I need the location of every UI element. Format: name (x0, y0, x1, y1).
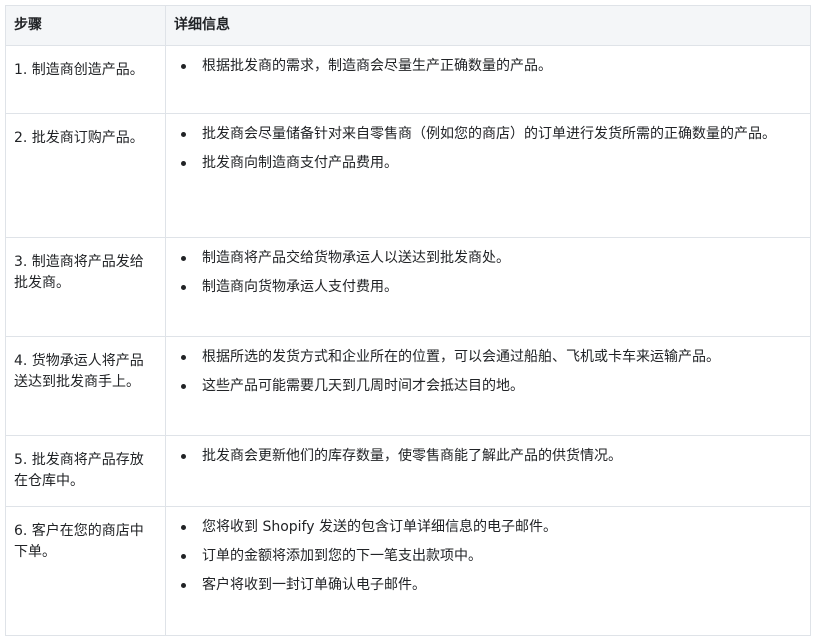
detail-list: 根据所选的发货方式和企业所在的位置，可以会通过船舶、飞机或卡车来运输产品。 这些… (174, 347, 802, 397)
detail-item: 客户将收到一封订单确认电子邮件。 (181, 575, 802, 596)
detail-item: 订单的金额将添加到您的下一笔支出款项中。 (181, 546, 802, 567)
step-cell: 4. 货物承运人将产品送达到批发商手上。 (5, 336, 166, 436)
step-cell: 5. 批发商将产品存放在仓库中。 (5, 435, 166, 507)
detail-list: 根据批发商的需求，制造商会尽量生产正确数量的产品。 (174, 56, 802, 77)
detail-item: 您将收到 Shopify 发送的包含订单详细信息的电子邮件。 (181, 517, 802, 538)
detail-list: 制造商将产品交给货物承运人以送达到批发商处。 制造商向货物承运人支付费用。 (174, 248, 802, 298)
detail-list: 批发商会更新他们的库存数量，使零售商能了解此产品的供货情况。 (174, 446, 802, 467)
detail-item: 批发商向制造商支付产品费用。 (181, 153, 802, 174)
step-cell: 3. 制造商将产品发给批发商。 (5, 237, 166, 337)
detail-cell: 根据所选的发货方式和企业所在的位置，可以会通过船舶、飞机或卡车来运输产品。 这些… (165, 336, 811, 436)
detail-cell: 根据批发商的需求，制造商会尽量生产正确数量的产品。 (165, 45, 811, 114)
step-cell: 2. 批发商订购产品。 (5, 113, 166, 238)
detail-item: 根据所选的发货方式和企业所在的位置，可以会通过船舶、飞机或卡车来运输产品。 (181, 347, 802, 368)
header-detail: 详细信息 (165, 5, 811, 46)
detail-cell: 制造商将产品交给货物承运人以送达到批发商处。 制造商向货物承运人支付费用。 (165, 237, 811, 337)
table-row: 5. 批发商将产品存放在仓库中。 批发商会更新他们的库存数量，使零售商能了解此产… (5, 435, 811, 507)
table-row: 2. 批发商订购产品。 批发商会尽量储备针对来自零售商（例如您的商店）的订单进行… (5, 113, 811, 238)
detail-cell: 您将收到 Shopify 发送的包含订单详细信息的电子邮件。 订单的金额将添加到… (165, 506, 811, 636)
step-cell: 6. 客户在您的商店中下单。 (5, 506, 166, 636)
table-header-row: 步骤 详细信息 (5, 5, 811, 46)
detail-item: 根据批发商的需求，制造商会尽量生产正确数量的产品。 (181, 56, 802, 77)
table-row: 6. 客户在您的商店中下单。 您将收到 Shopify 发送的包含订单详细信息的… (5, 506, 811, 636)
step-cell: 1. 制造商创造产品。 (5, 45, 166, 114)
table-row: 3. 制造商将产品发给批发商。 制造商将产品交给货物承运人以送达到批发商处。 制… (5, 237, 811, 337)
detail-cell: 批发商会更新他们的库存数量，使零售商能了解此产品的供货情况。 (165, 435, 811, 507)
steps-table: 步骤 详细信息 1. 制造商创造产品。 根据批发商的需求，制造商会尽量生产正确数… (5, 5, 811, 636)
detail-item: 制造商向货物承运人支付费用。 (181, 277, 802, 298)
detail-cell: 批发商会尽量储备针对来自零售商（例如您的商店）的订单进行发货所需的正确数量的产品… (165, 113, 811, 238)
table-row: 4. 货物承运人将产品送达到批发商手上。 根据所选的发货方式和企业所在的位置，可… (5, 336, 811, 436)
detail-item: 批发商会尽量储备针对来自零售商（例如您的商店）的订单进行发货所需的正确数量的产品… (181, 124, 802, 145)
detail-list: 您将收到 Shopify 发送的包含订单详细信息的电子邮件。 订单的金额将添加到… (174, 517, 802, 596)
detail-item: 这些产品可能需要几天到几周时间才会抵达目的地。 (181, 376, 802, 397)
table-row: 1. 制造商创造产品。 根据批发商的需求，制造商会尽量生产正确数量的产品。 (5, 45, 811, 114)
detail-list: 批发商会尽量储备针对来自零售商（例如您的商店）的订单进行发货所需的正确数量的产品… (174, 124, 802, 174)
detail-item: 制造商将产品交给货物承运人以送达到批发商处。 (181, 248, 802, 269)
header-step: 步骤 (5, 5, 166, 46)
detail-item: 批发商会更新他们的库存数量，使零售商能了解此产品的供货情况。 (181, 446, 802, 467)
